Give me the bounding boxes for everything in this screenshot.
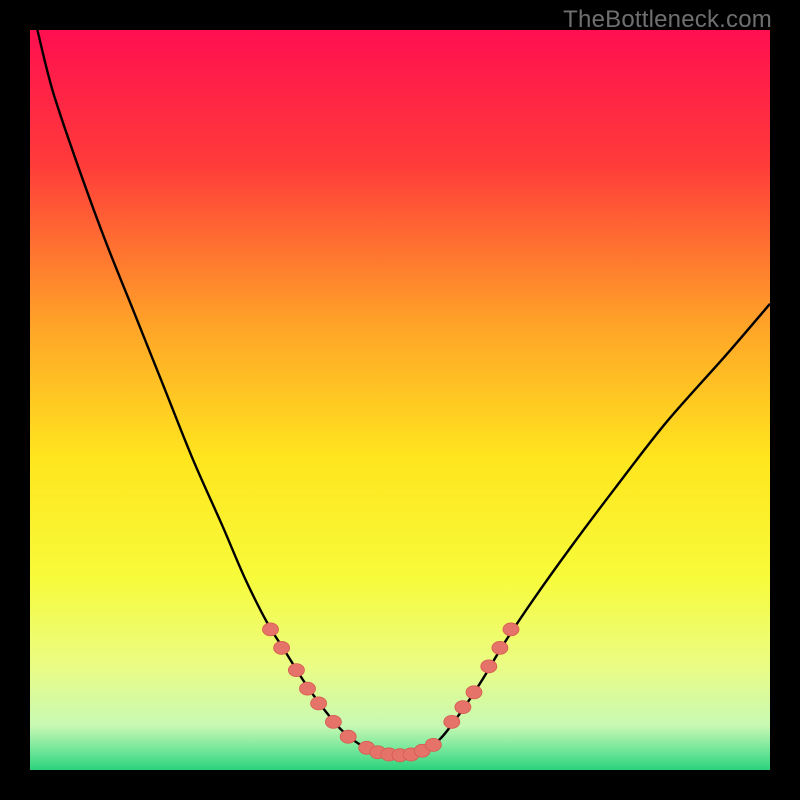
curve-marker (274, 641, 290, 654)
curve-marker (444, 715, 460, 728)
watermark-text: TheBottleneck.com (563, 6, 772, 34)
curve-marker (503, 623, 519, 636)
curve-marker (311, 697, 327, 710)
curve-marker (263, 623, 279, 636)
curve-markers (263, 623, 520, 762)
curve-marker (425, 738, 441, 751)
curve-marker (300, 682, 316, 695)
curve-marker (325, 715, 341, 728)
curve-marker (340, 730, 356, 743)
curve-marker (455, 701, 471, 714)
curve-marker (288, 664, 304, 677)
curve-marker (466, 686, 482, 699)
chart-svg (30, 30, 770, 770)
curve-marker (481, 660, 497, 673)
plot-area (30, 30, 770, 770)
bottleneck-curve (37, 30, 770, 755)
curve-marker (492, 641, 508, 654)
